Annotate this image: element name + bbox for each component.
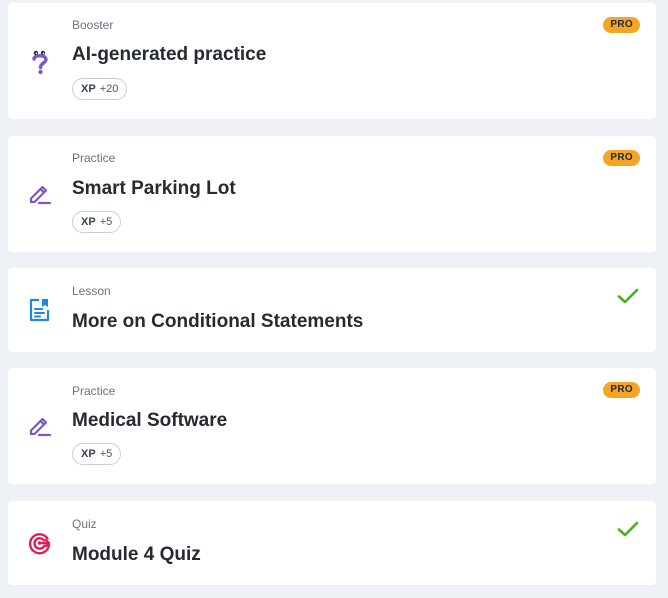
item-title: Smart Parking Lot [72, 178, 236, 199]
list-item-medical-software[interactable]: Practice Medical Software XP +5 PRO [8, 368, 656, 484]
item-type-label: Practice [72, 151, 116, 165]
module-item-list: Booster AI-generated practice XP +20 PRO… [0, 0, 668, 598]
xp-reward-pill: XP +20 [72, 78, 128, 100]
xp-value: +20 [99, 83, 119, 95]
item-type-label: Quiz [72, 517, 97, 531]
list-item-ai-generated-practice[interactable]: Booster AI-generated practice XP +20 PRO [8, 3, 656, 119]
xp-reward-pill: XP +5 [72, 211, 122, 233]
pro-badge: PRO [603, 150, 640, 166]
list-item-smart-parking-lot[interactable]: Practice Smart Parking Lot XP +5 PRO [8, 136, 656, 252]
item-title: Module 4 Quiz [72, 544, 201, 565]
xp-reward-pill: XP +5 [72, 443, 122, 465]
pencil-icon [27, 413, 53, 439]
lesson-document-icon [27, 297, 53, 323]
check-icon [616, 517, 640, 541]
pencil-icon [27, 181, 53, 207]
xp-label: XP [81, 83, 96, 95]
list-item-module-4-quiz[interactable]: Quiz Module 4 Quiz [8, 501, 656, 585]
item-title: Medical Software [72, 410, 228, 431]
xp-value: +5 [99, 216, 113, 228]
xp-label: XP [81, 216, 96, 228]
question-mark-icon [27, 49, 53, 75]
xp-label: XP [81, 448, 96, 460]
item-title: More on Conditional Statements [72, 311, 364, 332]
item-title: AI-generated practice [72, 44, 267, 65]
pro-badge: PRO [603, 17, 640, 33]
list-item-more-on-conditional-statements[interactable]: Lesson More on Conditional Statements [8, 268, 656, 352]
xp-value: +5 [99, 448, 113, 460]
item-type-label: Booster [72, 18, 114, 32]
item-type-label: Lesson [72, 284, 111, 298]
pro-badge: PRO [603, 382, 640, 398]
check-icon [616, 284, 640, 308]
target-icon [27, 530, 53, 556]
item-type-label: Practice [72, 384, 116, 398]
